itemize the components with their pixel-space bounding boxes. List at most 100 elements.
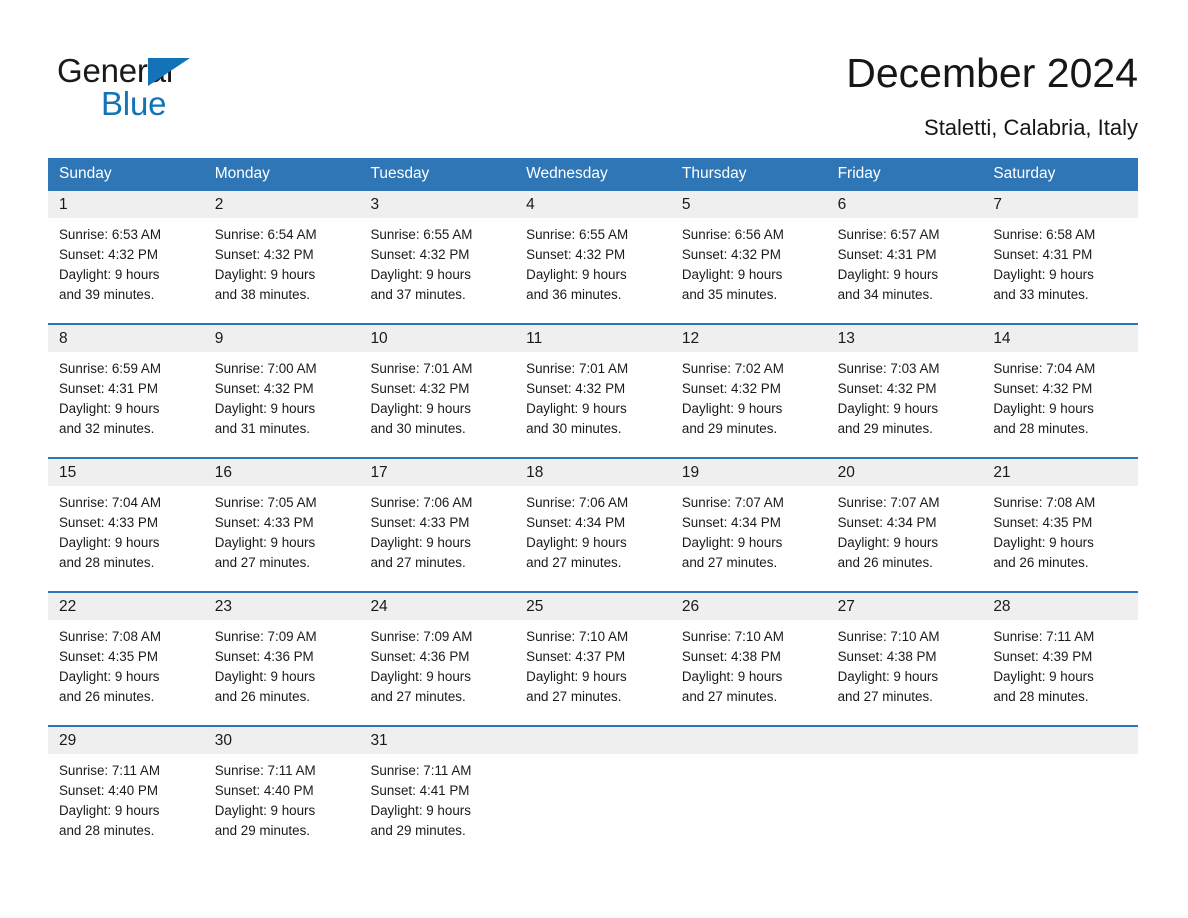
sunset-text: Sunset: 4:32 PM: [681, 381, 781, 396]
day-number: 18: [515, 459, 671, 486]
weekday-header-saturday: Saturday: [993, 165, 1056, 182]
day-cell[interactable]: 5 Sunrise: 6:56 AM Sunset: 4:32 PM Dayli…: [670, 191, 827, 323]
daylight-text-line1: Daylight: 9 hours: [837, 267, 939, 282]
day-number: 28: [982, 593, 1139, 620]
daylight-text-line1: Daylight: 9 hours: [526, 267, 627, 282]
sunset-text: Sunset: 4:36 PM: [214, 649, 314, 664]
day-cell[interactable]: 8 Sunrise: 6:59 AM Sunset: 4:31 PM Dayli…: [48, 325, 204, 457]
day-number: 7: [982, 191, 1139, 218]
day-number: 23: [203, 593, 360, 620]
sunrise-text: Sunrise: 7:00 AM: [214, 361, 317, 376]
daylight-text-line2: and 27 minutes.: [526, 555, 622, 570]
daylight-text-line2: and 28 minutes.: [59, 823, 155, 838]
day-number: 16: [203, 459, 360, 486]
day-number: 31: [359, 727, 516, 754]
day-cell[interactable]: 21 Sunrise: 7:08 AM Sunset: 4:35 PM Dayl…: [982, 459, 1139, 591]
day-number: 20: [826, 459, 983, 486]
daylight-text-line2: and 32 minutes.: [59, 421, 155, 436]
sunset-text: Sunset: 4:37 PM: [526, 649, 626, 664]
day-details: Sunrise: 7:11 AM Sunset: 4:39 PM Dayligh…: [982, 620, 1138, 707]
sunset-text: Sunset: 4:32 PM: [526, 247, 626, 262]
daylight-text-line1: Daylight: 9 hours: [993, 669, 1094, 684]
day-number: 22: [48, 593, 204, 620]
day-cell[interactable]: 16 Sunrise: 7:05 AM Sunset: 4:33 PM Dayl…: [203, 459, 360, 591]
day-details: Sunrise: 7:09 AM Sunset: 4:36 PM Dayligh…: [204, 620, 360, 707]
day-cell[interactable]: 12 Sunrise: 7:02 AM Sunset: 4:32 PM Dayl…: [670, 325, 827, 457]
logo-triangle-icon: [148, 58, 190, 86]
daylight-text-line1: Daylight: 9 hours: [214, 535, 316, 550]
sunrise-text: Sunrise: 7:10 AM: [681, 629, 784, 644]
day-cell[interactable]: 17 Sunrise: 7:06 AM Sunset: 4:33 PM Dayl…: [359, 459, 516, 591]
day-cell[interactable]: 11 Sunrise: 7:01 AM Sunset: 4:32 PM Dayl…: [515, 325, 671, 457]
daylight-text-line2: and 39 minutes.: [59, 287, 155, 302]
sunset-text: Sunset: 4:32 PM: [681, 247, 781, 262]
generalblue-logo[interactable]: General Blue: [57, 52, 317, 124]
day-number: 3: [359, 191, 516, 218]
logo-text-blue: Blue: [101, 85, 167, 122]
daylight-text-line2: and 26 minutes.: [59, 689, 155, 704]
day-details: Sunrise: 6:56 AM Sunset: 4:32 PM Dayligh…: [671, 218, 827, 305]
day-cell[interactable]: 30 Sunrise: 7:11 AM Sunset: 4:40 PM Dayl…: [203, 727, 360, 859]
sunset-text: Sunset: 4:39 PM: [993, 649, 1093, 664]
sunset-text: Sunset: 4:34 PM: [837, 515, 937, 530]
weekday-header-wednesday: Wednesday: [526, 165, 608, 182]
day-cell[interactable]: 19 Sunrise: 7:07 AM Sunset: 4:34 PM Dayl…: [670, 459, 827, 591]
day-cell[interactable]: 22 Sunrise: 7:08 AM Sunset: 4:35 PM Dayl…: [48, 593, 204, 725]
day-cell[interactable]: 14 Sunrise: 7:04 AM Sunset: 4:32 PM Dayl…: [982, 325, 1139, 457]
day-cell[interactable]: 24 Sunrise: 7:09 AM Sunset: 4:36 PM Dayl…: [359, 593, 516, 725]
daylight-text-line1: Daylight: 9 hours: [59, 267, 160, 282]
daylight-text-line2: and 29 minutes.: [837, 421, 933, 436]
sunrise-text: Sunrise: 7:04 AM: [59, 495, 161, 510]
daylight-text-line2: and 28 minutes.: [59, 555, 155, 570]
day-cell[interactable]: 28 Sunrise: 7:11 AM Sunset: 4:39 PM Dayl…: [982, 593, 1139, 725]
day-cell[interactable]: 27 Sunrise: 7:10 AM Sunset: 4:38 PM Dayl…: [826, 593, 983, 725]
weekday-header-sunday: Sunday: [59, 165, 112, 182]
day-number: 15: [48, 459, 204, 486]
day-cell[interactable]: 13 Sunrise: 7:03 AM Sunset: 4:32 PM Dayl…: [826, 325, 983, 457]
sunrise-text: Sunrise: 7:10 AM: [526, 629, 629, 644]
day-details: Sunrise: 7:00 AM Sunset: 4:32 PM Dayligh…: [204, 352, 360, 439]
daylight-text-line2: and 26 minutes.: [837, 555, 933, 570]
page-title: December 2024: [846, 50, 1138, 96]
daylight-text-line2: and 29 minutes.: [370, 823, 466, 838]
day-details: Sunrise: 7:07 AM Sunset: 4:34 PM Dayligh…: [671, 486, 827, 573]
daylight-text-line2: and 29 minutes.: [214, 823, 311, 838]
daylight-text-line1: Daylight: 9 hours: [526, 535, 627, 550]
sunrise-text: Sunrise: 7:08 AM: [993, 495, 1096, 510]
sunrise-text: Sunrise: 7:03 AM: [837, 361, 940, 376]
day-cell[interactable]: 18 Sunrise: 7:06 AM Sunset: 4:34 PM Dayl…: [515, 459, 671, 591]
day-cell[interactable]: 1 Sunrise: 6:53 AM Sunset: 4:32 PM Dayli…: [48, 191, 204, 323]
day-cell[interactable]: 4 Sunrise: 6:55 AM Sunset: 4:32 PM Dayli…: [515, 191, 671, 323]
day-cell[interactable]: 9 Sunrise: 7:00 AM Sunset: 4:32 PM Dayli…: [203, 325, 360, 457]
sunrise-text: Sunrise: 6:55 AM: [526, 227, 629, 242]
sunrise-text: Sunrise: 7:02 AM: [681, 361, 784, 376]
sunrise-text: Sunrise: 7:06 AM: [370, 495, 473, 510]
day-cell[interactable]: 10 Sunrise: 7:01 AM Sunset: 4:32 PM Dayl…: [359, 325, 516, 457]
day-cell[interactable]: 23 Sunrise: 7:09 AM Sunset: 4:36 PM Dayl…: [203, 593, 360, 725]
sunrise-text: Sunrise: 7:05 AM: [214, 495, 317, 510]
day-cell[interactable]: 31 Sunrise: 7:11 AM Sunset: 4:41 PM Dayl…: [359, 727, 516, 859]
day-details: Sunrise: 6:59 AM Sunset: 4:31 PM Dayligh…: [48, 352, 204, 439]
sunrise-text: Sunrise: 7:07 AM: [681, 495, 784, 510]
day-cell[interactable]: 3 Sunrise: 6:55 AM Sunset: 4:32 PM Dayli…: [359, 191, 516, 323]
day-details: Sunrise: 6:55 AM Sunset: 4:32 PM Dayligh…: [359, 218, 515, 305]
day-cell[interactable]: 26 Sunrise: 7:10 AM Sunset: 4:38 PM Dayl…: [670, 593, 827, 725]
page-subtitle-location: Staletti, Calabria, Italy: [924, 115, 1138, 140]
day-cell[interactable]: 20 Sunrise: 7:07 AM Sunset: 4:34 PM Dayl…: [826, 459, 983, 591]
sunset-text: Sunset: 4:33 PM: [370, 515, 470, 530]
daylight-text-line2: and 27 minutes.: [370, 689, 466, 704]
calendar-grid: Sunday Monday Tuesday Wednesday Thursday…: [48, 158, 1139, 859]
day-number: 2: [203, 191, 360, 218]
day-number: 14: [982, 325, 1139, 352]
day-cell[interactable]: 15 Sunrise: 7:04 AM Sunset: 4:33 PM Dayl…: [48, 459, 204, 591]
weekday-header-friday: Friday: [837, 165, 881, 182]
day-cell[interactable]: 25 Sunrise: 7:10 AM Sunset: 4:37 PM Dayl…: [515, 593, 671, 725]
day-number: 24: [359, 593, 516, 620]
day-cell[interactable]: 7 Sunrise: 6:58 AM Sunset: 4:31 PM Dayli…: [982, 191, 1139, 323]
day-cell[interactable]: 29 Sunrise: 7:11 AM Sunset: 4:40 PM Dayl…: [48, 727, 204, 859]
day-cell-empty: [670, 727, 827, 859]
day-cell[interactable]: 2 Sunrise: 6:54 AM Sunset: 4:32 PM Dayli…: [203, 191, 360, 323]
sunset-text: Sunset: 4:38 PM: [837, 649, 937, 664]
day-details: Sunrise: 7:08 AM Sunset: 4:35 PM Dayligh…: [48, 620, 204, 707]
day-cell[interactable]: 6 Sunrise: 6:57 AM Sunset: 4:31 PM Dayli…: [826, 191, 983, 323]
